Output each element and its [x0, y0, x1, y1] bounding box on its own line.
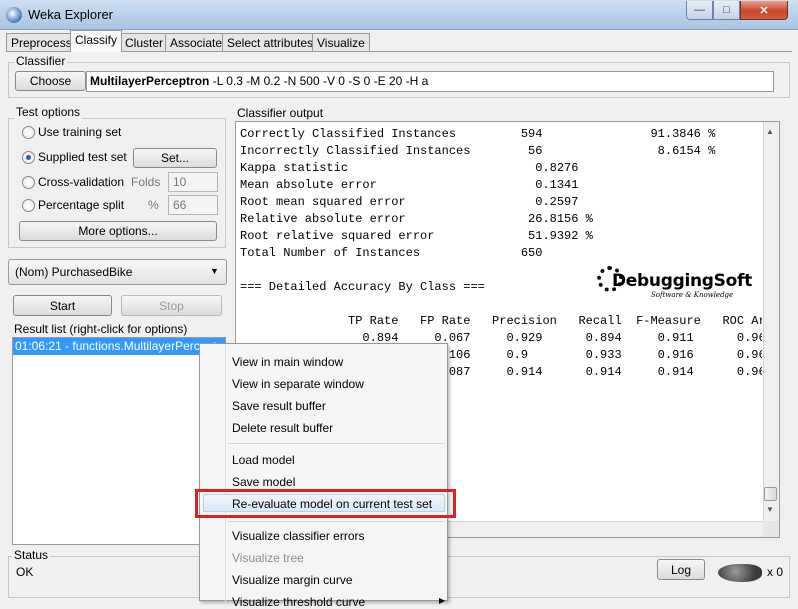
output-line: Root relative squared error 51.9392 % [240, 229, 593, 243]
class-attribute-value: (Nom) PurchasedBike [15, 265, 133, 279]
classifier-options: -L 0.3 -M 0.2 -N 500 -V 0 -S 0 -E 20 -H … [209, 74, 429, 88]
classifier-group-label: Classifier [14, 54, 68, 68]
cross-validation-radio[interactable] [22, 176, 35, 189]
menu-save-model[interactable]: Save model [232, 475, 295, 489]
result-context-menu: View in main window View in separate win… [199, 343, 448, 609]
supplied-test-set-label: Supplied test set [38, 150, 127, 164]
tab-classify[interactable]: Classify [70, 30, 123, 52]
result-list-item[interactable]: 01:06:21 - functions.MultilayerPerceptro… [13, 338, 225, 355]
weka-bird-status-icon [718, 564, 762, 582]
close-button[interactable]: ✕ [740, 1, 788, 20]
menu-delete-result-buffer[interactable]: Delete result buffer [232, 421, 333, 435]
use-training-set-radio[interactable] [22, 126, 35, 139]
menu-visualize-margin-curve[interactable]: Visualize margin curve [232, 573, 353, 587]
output-line: Mean absolute error 0.1341 [240, 178, 579, 192]
status-label: Status [12, 548, 51, 562]
output-line: Kappa statistic 0.8276 [240, 161, 579, 175]
menu-visualize-threshold-curve[interactable]: Visualize threshold curve [232, 595, 365, 609]
highlight-annotation [195, 489, 456, 518]
stop-button[interactable]: Stop [121, 295, 222, 316]
classifier-config-field[interactable]: MultilayerPerceptron -L 0.3 -M 0.2 -N 50… [86, 71, 774, 92]
status-text: OK [16, 565, 34, 579]
chevron-down-icon: ▼ [210, 266, 219, 276]
menu-gutter [225, 344, 226, 602]
supplied-test-set-radio[interactable] [22, 151, 35, 164]
test-options-label: Test options [14, 105, 83, 119]
output-line: Relative absolute error 26.8156 % [240, 212, 593, 226]
classifier-name: MultilayerPerceptron [90, 74, 210, 88]
menu-view-separate-window[interactable]: View in separate window [232, 377, 364, 391]
output-line: Root mean squared error 0.2597 [240, 195, 579, 209]
log-button[interactable]: Log [657, 559, 705, 580]
tab-preprocess[interactable]: Preprocess [6, 33, 77, 51]
menu-load-model[interactable]: Load model [232, 453, 295, 467]
output-line: Incorrectly Classified Instances 56 8.61… [240, 144, 716, 158]
tab-visualize[interactable]: Visualize [312, 33, 370, 51]
menu-save-result-buffer[interactable]: Save result buffer [232, 399, 326, 413]
tab-select-attributes[interactable]: Select attributes [222, 33, 319, 51]
menu-visualize-classifier-errors[interactable]: Visualize classifier errors [232, 529, 365, 543]
menu-visualize-tree[interactable]: Visualize tree [232, 551, 304, 565]
tab-associate[interactable]: Associate [165, 33, 228, 51]
menu-separator [228, 521, 444, 522]
choose-button[interactable]: Choose [15, 71, 86, 91]
result-list-label: Result list (right-click for options) [14, 322, 188, 336]
window-title: Weka Explorer [28, 7, 114, 22]
weka-bird-icon [6, 7, 22, 23]
menu-separator [228, 443, 444, 444]
output-scrollbar[interactable] [763, 122, 779, 521]
more-options-button[interactable]: More options... [19, 221, 217, 241]
folds-input[interactable]: 10 [168, 172, 218, 192]
output-line: TP Rate FP Rate Precision Recall F-Measu… [240, 314, 762, 328]
start-button[interactable]: Start [13, 295, 112, 316]
percentage-split-radio[interactable] [22, 199, 35, 212]
result-list[interactable] [12, 337, 226, 545]
scroll-up-arrow-icon[interactable]: ▲ [766, 127, 774, 136]
scrollbar-corner [763, 521, 779, 537]
percentage-input[interactable]: 66 [168, 195, 218, 215]
minimize-button[interactable]: — [686, 1, 713, 20]
task-count: x 0 [767, 565, 784, 579]
cross-validation-label: Cross-validation [38, 175, 125, 189]
title-bar [0, 0, 798, 30]
output-line: Total Number of Instances 650 [240, 246, 543, 260]
tab-panel-border [6, 51, 792, 52]
folds-label: Folds [131, 175, 161, 189]
menu-view-main-window[interactable]: View in main window [232, 355, 343, 369]
percentage-split-label: Percentage split [38, 198, 125, 212]
set-test-set-button[interactable]: Set... [133, 148, 217, 168]
tab-cluster[interactable]: Cluster [120, 33, 169, 51]
watermark-subtitle: Software & Knowledge [651, 291, 734, 299]
scroll-thumb[interactable] [764, 487, 777, 501]
output-line: Correctly Classified Instances 594 91.38… [240, 127, 716, 141]
class-attribute-select[interactable]: (Nom) PurchasedBike [8, 259, 227, 285]
maximize-button[interactable]: □ [713, 1, 740, 20]
use-training-set-label: Use training set [38, 125, 122, 139]
classifier-output-label: Classifier output [237, 106, 324, 120]
percent-label: % [148, 198, 159, 212]
scroll-down-arrow-icon[interactable]: ▼ [766, 505, 774, 514]
watermark-title: DebuggingSoft [612, 271, 752, 291]
